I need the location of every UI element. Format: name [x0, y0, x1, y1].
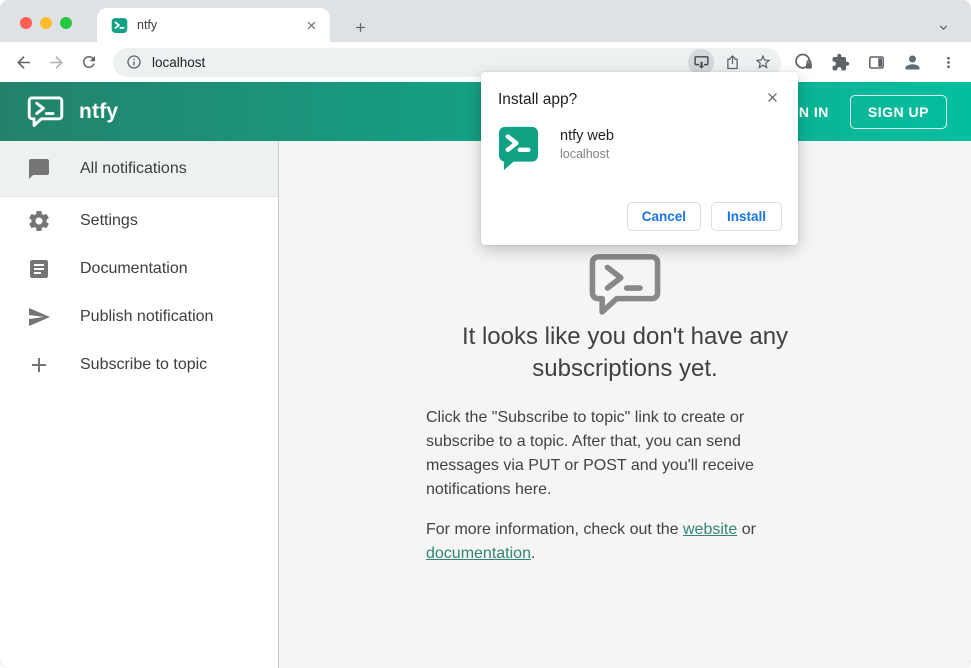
url-text[interactable]: localhost — [152, 55, 683, 70]
info-icon[interactable] — [125, 53, 143, 71]
tab-title: ntfy — [137, 18, 158, 32]
tab-strip: ntfy — [0, 0, 971, 42]
zoom-icon[interactable] — [60, 17, 72, 29]
empty-state-paragraph: Click the "Subscribe to topic" link to c… — [426, 409, 754, 498]
reload-icon[interactable] — [74, 47, 104, 77]
sign-up-button[interactable]: SIGN UP — [849, 94, 947, 129]
minimize-icon[interactable] — [40, 17, 52, 29]
new-tab-icon[interactable] — [346, 13, 374, 41]
dialog-app-name: ntfy web — [560, 128, 614, 144]
appbar-title: ntfy — [79, 99, 119, 123]
install-button[interactable]: Install — [711, 202, 782, 231]
browser-tab[interactable]: ntfy — [97, 8, 330, 42]
documentation-link[interactable]: documentation — [426, 545, 531, 562]
dialog-actions: Cancel Install — [498, 202, 782, 231]
toolbar-extensions-area — [791, 49, 961, 75]
links-paragraph-prefix: For more information, check out the — [426, 521, 683, 538]
empty-state-heading: It looks like you don't have any subscri… — [461, 323, 789, 382]
ntfy-logo-icon — [27, 95, 64, 128]
links-paragraph-suffix: . — [530, 545, 536, 562]
menu-dots-icon[interactable] — [935, 49, 961, 75]
install-app-dialog: Install app? ntfy web localhost Cancel I… — [481, 72, 798, 245]
ntfy-app-icon — [498, 126, 539, 171]
sidebar-item-label: All notifications — [80, 159, 187, 177]
ntfy-empty-state-logo-icon — [587, 253, 663, 317]
sidebar-item-documentation[interactable]: Documentation — [0, 245, 278, 293]
dialog-header: Install app? — [498, 87, 782, 109]
side-panel-icon[interactable] — [863, 49, 889, 75]
password-manager-icon[interactable] — [791, 49, 817, 75]
empty-state-links-paragraph: For more information, check out the webs… — [426, 518, 798, 566]
dialog-title: Install app? — [498, 91, 578, 108]
sidebar-item-subscribe-to-topic[interactable]: Subscribe to topic — [0, 341, 278, 389]
links-paragraph-middle: or — [737, 521, 756, 538]
sidebar-item-label: Documentation — [80, 260, 188, 277]
dialog-close-icon[interactable] — [762, 87, 782, 107]
gear-icon — [27, 209, 51, 233]
extensions-puzzle-icon[interactable] — [827, 49, 853, 75]
sidebar: All notifications Settings Documentation — [0, 141, 279, 668]
sidebar-item-label: Settings — [80, 212, 138, 229]
cancel-button[interactable]: Cancel — [626, 202, 701, 231]
dialog-app-origin: localhost — [560, 147, 610, 161]
website-link[interactable]: website — [683, 521, 737, 538]
chevron-down-icon[interactable] — [931, 15, 955, 39]
empty-state-column: It looks like you don't have any subscri… — [426, 317, 824, 566]
traffic-lights — [20, 17, 72, 29]
tab-close-icon[interactable] — [302, 16, 320, 34]
send-icon — [27, 305, 51, 329]
sidebar-item-settings[interactable]: Settings — [0, 197, 278, 245]
sidebar-item-label: Subscribe to topic — [80, 356, 208, 373]
chat-bubble-icon — [27, 157, 51, 181]
ntfy-favicon — [111, 17, 128, 34]
profile-avatar-icon[interactable] — [899, 49, 925, 75]
dialog-app-row: ntfy web localhost — [498, 126, 782, 171]
forward-icon — [41, 47, 71, 77]
close-icon[interactable] — [20, 17, 32, 29]
article-icon — [27, 257, 51, 281]
browser-window: ntfy localhost ntfy SIGN IN SIGN UP All … — [0, 0, 971, 668]
back-icon[interactable] — [8, 47, 38, 77]
sidebar-item-all-notifications[interactable]: All notifications — [0, 141, 278, 196]
dialog-app-meta: ntfy web localhost — [560, 126, 614, 171]
sidebar-item-label: Publish notification — [80, 308, 214, 325]
sidebar-item-publish-notification[interactable]: Publish notification — [0, 293, 278, 341]
plus-icon — [27, 353, 51, 377]
